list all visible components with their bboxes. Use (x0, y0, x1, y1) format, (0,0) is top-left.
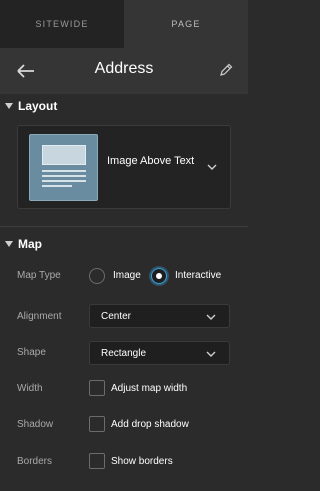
map-type-image-label: Image (113, 270, 141, 281)
map-type-interactive-radio[interactable] (151, 268, 167, 284)
chevron-down-icon (206, 314, 216, 320)
show-borders-label: Show borders (111, 456, 173, 467)
chevron-down-icon (206, 351, 216, 357)
shadow-label: Shadow (17, 419, 54, 430)
map-type-interactive-label: Interactive (175, 270, 222, 281)
map-section-header[interactable]: Map (0, 231, 248, 257)
drop-shadow-checkbox[interactable] (89, 416, 105, 432)
tab-sitewide[interactable]: SITEWIDE (0, 0, 124, 48)
shape-label: Shape (17, 347, 46, 358)
tab-bar: SITEWIDE PAGE (0, 0, 248, 48)
shape-select[interactable]: Rectangle (89, 341, 230, 365)
layout-selector[interactable]: Image Above Text (17, 125, 231, 209)
pencil-icon[interactable] (218, 62, 234, 78)
map-section-title: Map (18, 237, 42, 251)
show-borders-checkbox[interactable] (89, 453, 105, 469)
caret-down-icon (5, 241, 13, 247)
adjust-width-label: Adjust map width (111, 383, 188, 394)
page-title: Address (94, 60, 154, 77)
caret-down-icon (5, 103, 13, 109)
drop-shadow-label: Add drop shadow (111, 419, 189, 430)
width-label: Width (17, 383, 43, 394)
section-divider (0, 226, 248, 227)
chevron-down-icon (207, 164, 217, 170)
tab-page[interactable]: PAGE (124, 0, 248, 48)
map-type-label: Map Type (17, 270, 61, 281)
map-type-image-radio[interactable] (89, 268, 105, 284)
panel-header: Address (0, 48, 248, 94)
layout-section-title: Layout (18, 99, 58, 113)
alignment-value: Center (101, 311, 132, 322)
layout-thumbnail-icon (29, 134, 98, 201)
alignment-label: Alignment (17, 311, 62, 322)
borders-label: Borders (17, 456, 53, 467)
adjust-width-checkbox[interactable] (89, 380, 105, 396)
layout-section-header[interactable]: Layout (0, 93, 248, 119)
shape-value: Rectangle (101, 348, 147, 359)
alignment-select[interactable]: Center (89, 304, 230, 328)
layout-selected-label: Image Above Text (107, 155, 195, 167)
